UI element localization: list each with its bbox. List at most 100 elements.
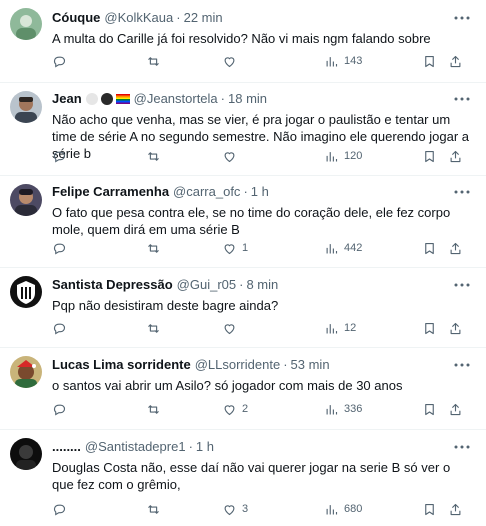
- views-icon: [324, 241, 339, 256]
- like-button[interactable]: 1: [222, 239, 248, 257]
- avatar[interactable]: [10, 356, 42, 388]
- retweet-button[interactable]: [146, 52, 166, 70]
- tweet-text: Pqp não desistiram deste bagre ainda?: [52, 298, 279, 313]
- views-icon: [324, 149, 339, 164]
- user-handle[interactable]: @LLsorridente: [195, 357, 280, 373]
- share-button[interactable]: [448, 147, 463, 165]
- user-handle[interactable]: @Santistadepre1: [85, 439, 186, 455]
- reply-button[interactable]: [52, 400, 72, 418]
- view-count: 680: [344, 503, 363, 515]
- retweet-button[interactable]: [146, 239, 166, 257]
- tweet[interactable]: Jean @Jeanstortela · 18 min Não acho que…: [0, 83, 486, 176]
- retweet-button[interactable]: [146, 147, 166, 165]
- avatar[interactable]: [10, 91, 42, 123]
- more-icon[interactable]: [452, 439, 472, 455]
- timestamp[interactable]: 22 min: [184, 10, 223, 26]
- share-button[interactable]: [448, 52, 463, 70]
- reply-button[interactable]: [52, 147, 72, 165]
- timestamp[interactable]: 53 min: [291, 357, 330, 373]
- share-icon: [448, 54, 463, 69]
- reply-button[interactable]: [52, 500, 72, 518]
- tweet-header: Jean @Jeanstortela · 18 min: [52, 91, 474, 107]
- display-name[interactable]: Cóuque: [52, 10, 100, 26]
- user-handle[interactable]: @KolkKaua: [104, 10, 173, 26]
- share-button[interactable]: [448, 239, 463, 257]
- tweet[interactable]: Lucas Lima sorridente @LLsorridente · 53…: [0, 348, 486, 430]
- avatar[interactable]: [10, 438, 42, 470]
- reply-icon: [52, 54, 67, 69]
- more-icon[interactable]: [452, 91, 472, 107]
- reply-button[interactable]: [52, 52, 72, 70]
- timestamp[interactable]: 1 h: [196, 439, 214, 455]
- views-icon: [324, 54, 339, 69]
- bookmark-icon: [422, 241, 437, 256]
- separator-dot: ·: [220, 91, 226, 106]
- action-bar: 143: [52, 52, 474, 70]
- bookmark-button[interactable]: [422, 239, 437, 257]
- heart-icon: [222, 321, 237, 336]
- like-button[interactable]: [222, 147, 242, 165]
- bookmark-icon: [422, 54, 437, 69]
- more-icon[interactable]: [452, 184, 472, 200]
- bookmark-button[interactable]: [422, 400, 437, 418]
- bookmark-button[interactable]: [422, 500, 437, 518]
- rainbow-flag-icon: [115, 94, 130, 104]
- avatar[interactable]: [10, 276, 42, 308]
- more-icon[interactable]: [452, 277, 472, 293]
- share-icon: [448, 321, 463, 336]
- share-icon: [448, 402, 463, 417]
- retweet-button[interactable]: [146, 319, 166, 337]
- like-button[interactable]: 2: [222, 400, 248, 418]
- timestamp[interactable]: 8 min: [246, 277, 278, 293]
- separator-dot: ·: [239, 277, 244, 292]
- tweet-header: ........ @Santistadepre1 · 1 h: [52, 439, 474, 455]
- tweet-header: Lucas Lima sorridente @LLsorridente · 53…: [52, 357, 474, 373]
- like-button[interactable]: [222, 319, 242, 337]
- reply-button[interactable]: [52, 319, 72, 337]
- user-handle[interactable]: @Gui_r05: [177, 277, 236, 293]
- tweet[interactable]: Santista Depressão @Gui_r05 · 8 min Pqp …: [0, 268, 486, 348]
- tweet[interactable]: Felipe Carramenha @carra_ofc · 1 h O fat…: [0, 176, 486, 268]
- reply-icon: [52, 241, 67, 256]
- bookmark-button[interactable]: [422, 52, 437, 70]
- display-name[interactable]: Santista Depressão: [52, 277, 173, 293]
- share-button[interactable]: [448, 500, 463, 518]
- user-handle[interactable]: @Jeanstortela: [134, 91, 218, 107]
- display-name[interactable]: Jean: [52, 91, 82, 107]
- tweet[interactable]: ........ @Santistadepre1 · 1 h Douglas C…: [0, 430, 486, 526]
- views-button[interactable]: 120: [324, 147, 362, 165]
- display-name[interactable]: Felipe Carramenha: [52, 184, 169, 200]
- avatar[interactable]: [10, 184, 42, 216]
- reply-icon: [52, 402, 67, 417]
- like-button[interactable]: [222, 52, 242, 70]
- retweet-button[interactable]: [146, 400, 166, 418]
- bookmark-button[interactable]: [422, 147, 437, 165]
- tweet-header: Felipe Carramenha @carra_ofc · 1 h: [52, 184, 474, 200]
- reply-button[interactable]: [52, 239, 72, 257]
- tweet[interactable]: Cóuque @KolkKaua · 22 min A multa do Car…: [0, 0, 486, 83]
- user-handle[interactable]: @carra_ofc: [173, 184, 240, 200]
- timestamp[interactable]: 1 h: [251, 184, 269, 200]
- views-button[interactable]: 336: [324, 400, 362, 418]
- more-icon[interactable]: [452, 357, 472, 373]
- share-button[interactable]: [448, 400, 463, 418]
- share-button[interactable]: [448, 319, 463, 337]
- views-button[interactable]: 143: [324, 52, 362, 70]
- bookmark-icon: [422, 502, 437, 517]
- views-button[interactable]: 680: [324, 500, 362, 518]
- views-button[interactable]: 12: [324, 319, 356, 337]
- like-count: 2: [242, 403, 249, 415]
- display-name[interactable]: ........: [52, 439, 81, 455]
- tweet-text: o santos vai abrir um Asilo? só jogador …: [52, 378, 403, 393]
- retweet-button[interactable]: [146, 500, 166, 518]
- views-button[interactable]: 442: [324, 239, 362, 257]
- like-button[interactable]: 3: [222, 500, 248, 518]
- more-icon[interactable]: [452, 10, 472, 26]
- timestamp[interactable]: 18 min: [228, 91, 267, 107]
- avatar[interactable]: [10, 8, 42, 40]
- bookmark-button[interactable]: [422, 319, 437, 337]
- retweet-icon: [146, 241, 161, 256]
- reply-feed: Cóuque @KolkKaua · 22 min A multa do Car…: [0, 0, 486, 526]
- display-name[interactable]: Lucas Lima sorridente: [52, 357, 191, 373]
- action-bar: 3 680: [52, 500, 474, 518]
